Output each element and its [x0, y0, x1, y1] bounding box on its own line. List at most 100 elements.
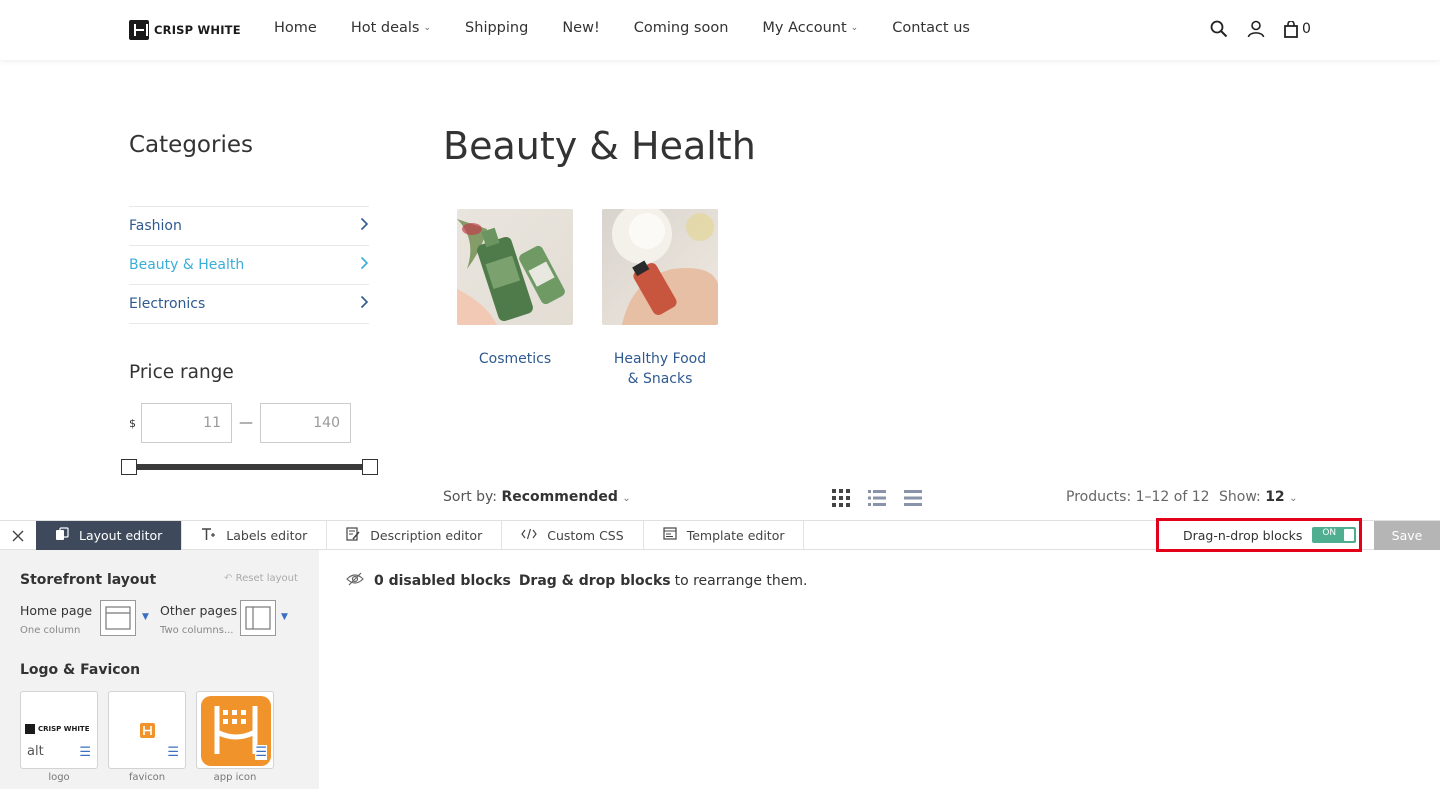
subcategory-tile-cosmetics[interactable]: Cosmetics: [457, 209, 573, 369]
nav-item-my-account[interactable]: My Account ⌄: [762, 20, 858, 36]
page-title: Beauty & Health: [443, 124, 756, 168]
template-icon: [663, 527, 677, 544]
price-slider-max-handle[interactable]: [362, 459, 378, 475]
dnd-label: Drag-n-drop blocks: [1183, 527, 1303, 543]
category-label: Fashion: [129, 218, 182, 234]
chevron-right-icon: [360, 256, 369, 274]
tab-custom-css[interactable]: Custom CSS: [502, 521, 644, 550]
range-dash: —: [239, 415, 253, 431]
undo-icon: ↶: [224, 573, 233, 584]
tab-labels-editor[interactable]: Labels editor: [182, 521, 328, 550]
storefront-layout-title: Storefront layout: [20, 572, 157, 588]
home-page-layout-selector[interactable]: [100, 600, 136, 636]
nav-item-new[interactable]: New!: [562, 20, 599, 36]
chevron-right-icon: [360, 217, 369, 235]
chevron-down-icon: ⌄: [1289, 493, 1298, 504]
disabled-blocks-message: 0 disabled blocks Drag & drop blocks to …: [346, 572, 807, 590]
logo-card[interactable]: CRISP WHITE alt ☰: [20, 691, 98, 769]
reset-layout-link[interactable]: ↶ Reset layout: [224, 573, 298, 584]
show-per-page-dropdown[interactable]: Show: 12 ⌄: [1219, 489, 1298, 505]
text-icon: [201, 527, 216, 545]
nav-item-hot-deals[interactable]: Hot deals ⌄: [351, 20, 431, 36]
chevron-right-icon: [360, 295, 369, 313]
code-icon: [521, 528, 537, 544]
tab-layout-editor[interactable]: Layout editor: [36, 521, 183, 550]
subcategory-label[interactable]: Cosmetics: [457, 349, 573, 369]
logo-alt-text: alt: [27, 744, 44, 759]
show-label: Show:: [1219, 489, 1261, 505]
price-slider-min-handle[interactable]: [121, 459, 137, 475]
subcategory-tile-healthy-food[interactable]: Healthy Food & Snacks: [602, 209, 718, 389]
other-pages-layout-name: Two columns...: [160, 625, 234, 636]
tab-label: Labels editor: [226, 528, 308, 543]
logo-preview: CRISP WHITE: [25, 724, 89, 734]
sort-label: Sort by:: [443, 489, 498, 505]
price-slider-track[interactable]: [129, 464, 370, 470]
save-button[interactable]: Save: [1374, 521, 1440, 550]
layout-icon: [55, 526, 69, 545]
close-editor-icon[interactable]: [0, 521, 36, 550]
nav-item-shipping[interactable]: Shipping: [465, 20, 528, 36]
home-page-label: Home page: [20, 603, 93, 618]
dnd-toggle-switch[interactable]: ON: [1312, 527, 1357, 543]
sort-value: Recommended: [501, 489, 618, 505]
view-mode-switcher: [832, 489, 922, 511]
user-icon[interactable]: [1247, 20, 1265, 38]
top-navigation-bar: CRISP WHITE Home Hot deals ⌄ Shipping New…: [0, 0, 1440, 60]
logo-mark-icon: [25, 724, 35, 734]
category-item-beauty-health[interactable]: Beauty & Health: [129, 246, 369, 285]
cart-icon[interactable]: [1284, 20, 1298, 38]
tab-template-editor[interactable]: Template editor: [644, 521, 805, 550]
table-view-icon[interactable]: [904, 489, 922, 511]
menu-icon[interactable]: ☰: [79, 745, 91, 760]
healthy-food-image[interactable]: [602, 209, 718, 325]
products-count: Products: 1–12 of 12: [1066, 489, 1210, 505]
favicon-card[interactable]: ☰: [108, 691, 186, 769]
category-list: Fashion Beauty & Health Electronics: [129, 206, 369, 324]
search-icon[interactable]: [1210, 20, 1228, 38]
tab-description-editor[interactable]: Description editor: [327, 521, 503, 550]
nav-label: Contact us: [892, 20, 970, 36]
caret-down-icon[interactable]: ▼: [281, 612, 288, 622]
logo-preview-text: CRISP WHITE: [38, 725, 90, 733]
toggle-state: ON: [1322, 528, 1337, 538]
category-item-electronics[interactable]: Electronics: [129, 285, 369, 324]
logo-favicon-title: Logo & Favicon: [20, 662, 141, 678]
app-icon-card[interactable]: ☰: [196, 691, 274, 769]
price-min-input[interactable]: 11: [141, 403, 232, 443]
nav-label: Hot deals: [350, 20, 420, 36]
tab-label: Description editor: [370, 528, 483, 543]
grid-view-icon[interactable]: [832, 489, 850, 511]
dnd-hint-text: to rearrange them.: [674, 573, 808, 589]
subcategory-label[interactable]: Healthy Food & Snacks: [602, 349, 718, 389]
cosmetics-image[interactable]: [457, 209, 573, 325]
favicon-preview-icon: [140, 723, 155, 738]
category-item-fashion[interactable]: Fashion: [129, 207, 369, 246]
price-max-input[interactable]: 140: [260, 403, 351, 443]
subcategory-label-line: Healthy Food: [613, 351, 707, 367]
logo-mark-icon: [129, 20, 149, 40]
favicon-caption: favicon: [128, 772, 166, 783]
category-label: Electronics: [129, 296, 206, 312]
logo-caption: logo: [48, 772, 70, 783]
caret-down-icon[interactable]: ▼: [142, 612, 149, 622]
menu-icon[interactable]: ☰: [167, 745, 179, 760]
tab-label: Layout editor: [79, 528, 163, 543]
nav-label: Home: [274, 20, 317, 36]
nav-item-coming-soon[interactable]: Coming soon: [634, 20, 729, 36]
menu-icon[interactable]: ☰: [255, 745, 267, 760]
dnd-hint-bold: Drag & drop blocks: [518, 573, 671, 589]
nav-item-home[interactable]: Home: [274, 20, 317, 36]
cart-count: 0: [1302, 21, 1311, 37]
price-range-title: Price range: [129, 362, 234, 383]
edit-icon: [346, 526, 360, 545]
store-logo[interactable]: CRISP WHITE: [129, 20, 241, 40]
sort-dropdown[interactable]: Sort by: Recommended ⌄: [443, 489, 631, 505]
nav-label: New!: [562, 20, 600, 36]
list-view-icon[interactable]: [868, 489, 886, 511]
drag-n-drop-toggle-highlight: Drag-n-drop blocks ON: [1156, 518, 1362, 552]
logo-text: CRISP WHITE: [154, 23, 241, 37]
nav-item-contact-us[interactable]: Contact us: [892, 20, 970, 36]
other-pages-layout-selector[interactable]: [240, 600, 276, 636]
nav-label: Shipping: [465, 20, 529, 36]
